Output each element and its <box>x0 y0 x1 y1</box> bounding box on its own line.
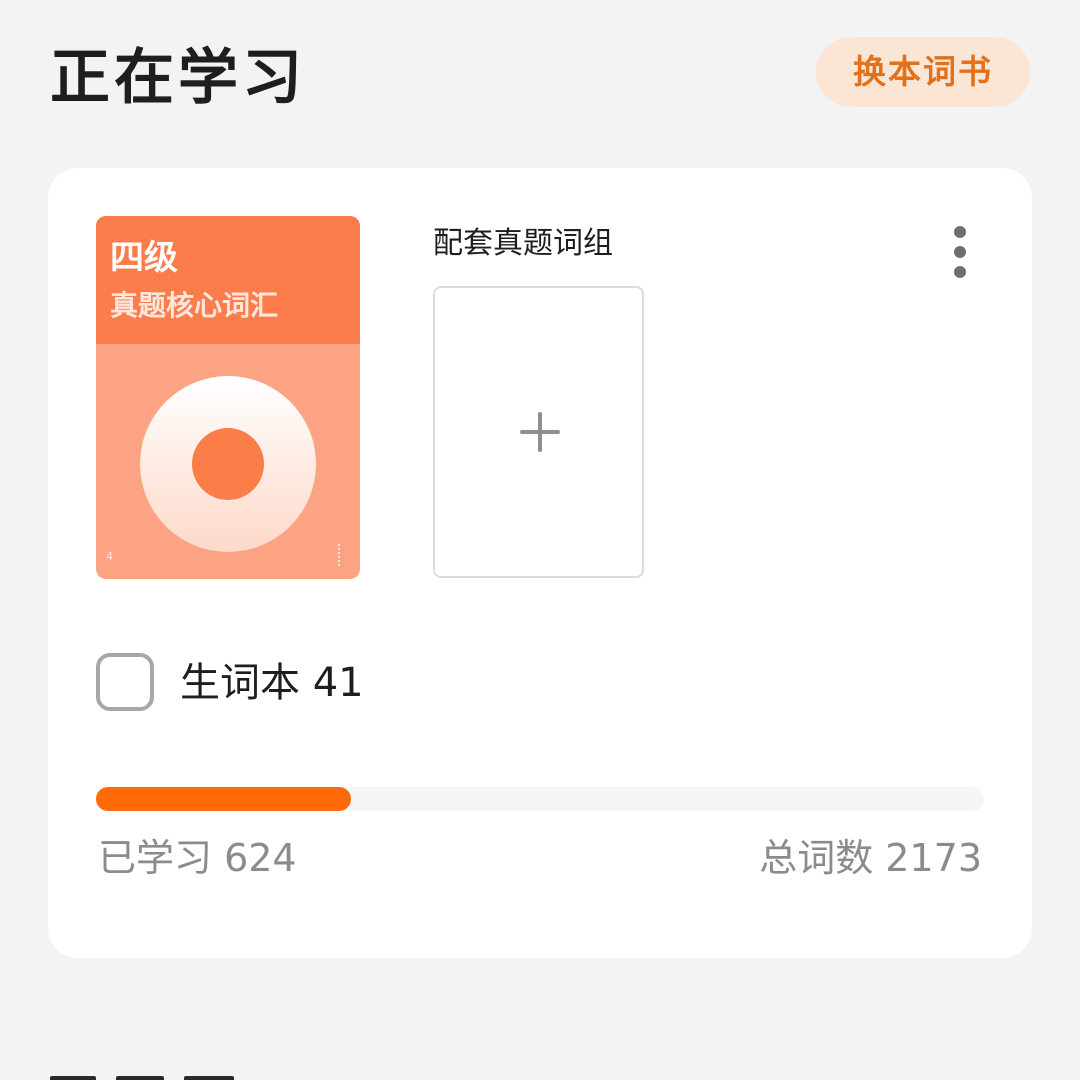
heading-fragment <box>184 1076 234 1080</box>
more-dot <box>954 246 966 258</box>
learning-progress-fill <box>96 787 352 811</box>
switch-book-button[interactable]: 换本词书 <box>816 37 1030 107</box>
learned-count: 已学习 624 <box>98 836 297 880</box>
vocab-notebook-checkbox[interactable] <box>96 653 154 711</box>
current-book-card: 四级 真题核心词汇 4 配套真题词组 生词本 41 已学习 624 总词数 21… <box>48 168 1032 958</box>
cover-corner-number: 4 <box>106 550 113 563</box>
more-dot <box>954 266 966 278</box>
more-dot <box>954 226 966 238</box>
learning-progress-bar <box>96 787 984 811</box>
next-section-heading-sliver <box>50 1070 250 1080</box>
heading-fragment <box>116 1076 164 1080</box>
book-cover[interactable]: 四级 真题核心词汇 4 <box>96 216 360 579</box>
total-word-count: 总词数 2173 <box>759 836 982 880</box>
add-phrase-group-button[interactable] <box>433 286 644 578</box>
cover-subtitle: 真题核心词汇 <box>110 289 279 322</box>
cover-disc-center <box>192 428 264 500</box>
page: 正在学习 换本词书 四级 真题核心词汇 4 配套真题词组 生词本 41 已学习 … <box>0 0 1080 1080</box>
plus-icon-stem <box>538 412 542 452</box>
cover-corner-mark <box>338 544 348 566</box>
vocab-notebook-label[interactable]: 生词本 41 <box>180 658 364 708</box>
more-vertical-icon[interactable] <box>944 224 976 280</box>
page-title: 正在学习 <box>50 43 306 113</box>
heading-fragment <box>50 1076 96 1080</box>
phrase-group-label: 配套真题词组 <box>433 226 613 261</box>
cover-level-title: 四级 <box>110 238 178 278</box>
